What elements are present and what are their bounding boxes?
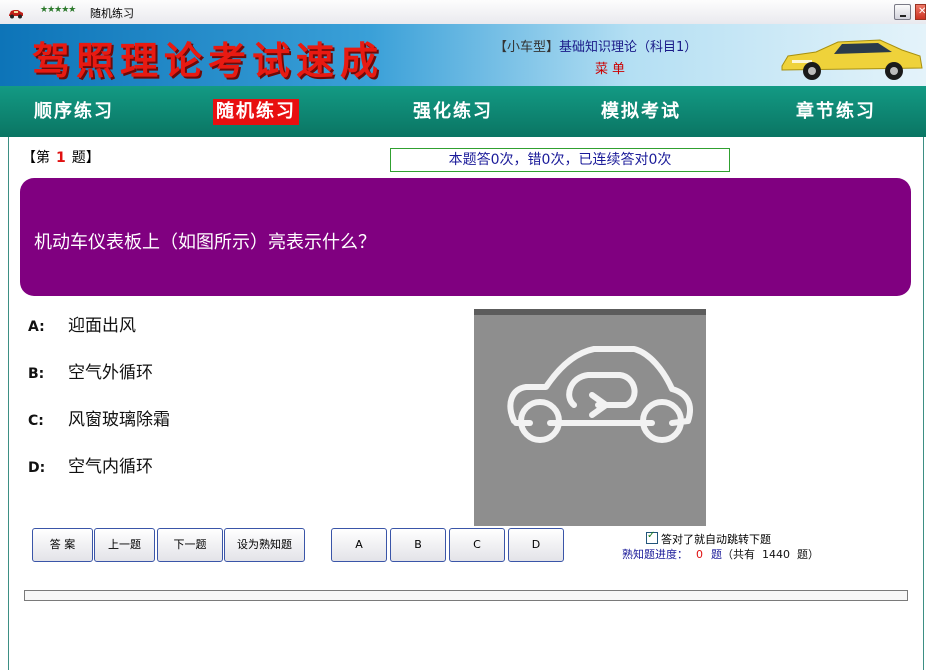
question-image <box>474 309 706 526</box>
progress-total-suffix: 题） <box>797 548 819 561</box>
answer-c-button[interactable]: C <box>449 528 505 562</box>
progress-known-count: 0 <box>696 548 703 561</box>
auto-jump-checkbox[interactable] <box>646 530 658 544</box>
auto-jump-option[interactable]: 答对了就自动跳转下题 <box>646 530 771 547</box>
option-letter: A: <box>28 319 45 335</box>
option-b[interactable]: B: 空气外循环 <box>28 358 153 383</box>
brand-title: 驾照理论考试速成 <box>32 38 385 83</box>
nav-intensive-practice[interactable]: 强化练习 <box>410 99 496 125</box>
auto-jump-label: 答对了就自动跳转下题 <box>661 533 771 546</box>
rating-stars: ★★★★★ <box>40 5 76 15</box>
app-banner: 驾照理论考试速成 【小车型】基础知识理论（科目1） 菜单 <box>0 24 926 86</box>
nav-random-practice[interactable]: 随机练习 <box>213 99 299 125</box>
minimize-button[interactable] <box>894 4 911 20</box>
next-question-button[interactable]: 下一题 <box>157 528 223 562</box>
menu-link[interactable]: 菜单 <box>595 58 629 77</box>
progress-label: 熟知题进度： <box>622 548 688 561</box>
app-icon <box>9 10 23 19</box>
known-progress: 熟知题进度： 0 题（共有 1440 题） <box>622 546 819 562</box>
subject-tag: 【小车型】 <box>494 40 560 55</box>
previous-question-button[interactable]: 上一题 <box>94 528 155 562</box>
car-graphic <box>781 39 923 80</box>
show-answer-button[interactable]: 答 案 <box>32 528 93 562</box>
question-number-prefix: 【第 <box>22 150 50 166</box>
option-letter: C: <box>28 413 44 429</box>
question-number-suffix: 题】 <box>71 150 100 166</box>
horizontal-scrollbar[interactable] <box>24 590 908 601</box>
option-letter: D: <box>28 460 46 476</box>
answer-stats: 本题答0次，错0次，已连续答对0次 <box>390 148 730 172</box>
mark-known-button[interactable]: 设为熟知题 <box>224 528 305 562</box>
subject-name: 基础知识理论（科目1） <box>559 40 698 55</box>
option-text: 空气内循环 <box>68 457 153 477</box>
nav-chapter-practice[interactable]: 章节练习 <box>793 99 879 125</box>
close-button[interactable]: ✕ <box>915 4 926 20</box>
question-box: 机动车仪表板上（如图所示）亮表示什么？ <box>20 178 911 296</box>
option-d[interactable]: D: 空气内循环 <box>28 452 153 477</box>
nav-bar: 顺序练习 随机练习 强化练习 模拟考试 章节练习 <box>0 86 926 137</box>
progress-unit: 题 <box>711 548 722 561</box>
option-a[interactable]: A: 迎面出风 <box>28 311 136 336</box>
answer-a-button[interactable]: A <box>331 528 387 562</box>
subject-title: 【小车型】基础知识理论（科目1） <box>494 36 697 55</box>
progress-total-prefix: （共有 <box>722 548 755 561</box>
option-text: 风窗玻璃除霜 <box>68 410 170 430</box>
question-number-value: 1 <box>56 150 66 166</box>
window-title: 随机练习 <box>90 7 134 20</box>
answer-b-button[interactable]: B <box>390 528 446 562</box>
question-number: 【第 1 题】 <box>22 147 100 167</box>
option-c[interactable]: C: 风窗玻璃除霜 <box>28 405 170 430</box>
nav-sequential-practice[interactable]: 顺序练习 <box>31 99 117 125</box>
air-recirculation-icon <box>507 346 693 443</box>
question-text: 机动车仪表板上（如图所示）亮表示什么？ <box>34 232 376 253</box>
nav-mock-exam[interactable]: 模拟考试 <box>598 99 684 125</box>
option-letter: B: <box>28 366 45 382</box>
option-text: 迎面出风 <box>68 316 136 336</box>
progress-total: 1440 <box>762 548 790 561</box>
option-text: 空气外循环 <box>68 363 153 383</box>
answer-d-button[interactable]: D <box>508 528 564 562</box>
title-bar: ★★★★★ 随机练习 ✕ <box>0 0 926 25</box>
